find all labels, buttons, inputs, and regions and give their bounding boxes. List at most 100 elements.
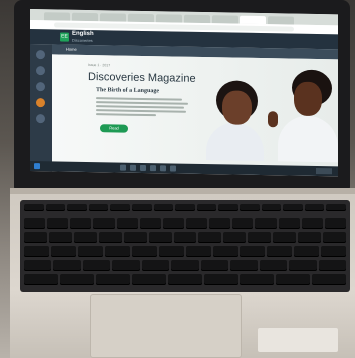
keyboard-key[interactable] xyxy=(141,260,170,271)
nav-user-icon[interactable] xyxy=(36,114,45,124)
nav-star-icon[interactable] xyxy=(36,98,45,108)
keyboard-key[interactable] xyxy=(321,246,346,257)
keyboard-key[interactable] xyxy=(88,204,109,211)
keyboard-key[interactable] xyxy=(132,204,152,211)
keyboard-key[interactable] xyxy=(168,274,202,285)
keyboard-key[interactable] xyxy=(223,232,247,243)
keyboard-key[interactable] xyxy=(139,218,161,229)
paragraph-line xyxy=(96,105,184,109)
app-logo[interactable]: EE xyxy=(60,32,69,42)
start-icon[interactable] xyxy=(34,163,40,170)
keyboard-key[interactable] xyxy=(240,204,260,211)
keyboard-key[interactable] xyxy=(116,218,138,229)
keyboard-key[interactable] xyxy=(261,204,282,211)
nav-home-icon[interactable] xyxy=(36,50,45,60)
keyboard-key[interactable] xyxy=(259,260,288,271)
keyboard-key[interactable] xyxy=(123,232,147,243)
keyboard-key[interactable] xyxy=(248,232,272,243)
keyboard-key[interactable] xyxy=(240,246,265,257)
keyboard-key[interactable] xyxy=(171,260,199,271)
subnav-item-home[interactable]: Home xyxy=(66,47,77,52)
keyboard-key[interactable] xyxy=(175,204,195,211)
keyboard-key[interactable] xyxy=(73,232,97,243)
keyboard-key[interactable] xyxy=(209,218,231,229)
keyboard-key[interactable] xyxy=(232,218,254,229)
keyboard-key[interactable] xyxy=(323,232,346,243)
page-title: Discoveries Magazine xyxy=(88,71,196,85)
keyboard-key[interactable] xyxy=(230,260,258,271)
keyboard-key[interactable] xyxy=(67,204,87,211)
keyboard-key[interactable] xyxy=(186,246,211,257)
keyboard-key[interactable] xyxy=(24,232,47,243)
nav-chat-icon[interactable] xyxy=(36,82,45,92)
keyboard-key[interactable] xyxy=(218,204,238,211)
keyboard xyxy=(20,200,350,292)
keyboard-key[interactable] xyxy=(48,232,72,243)
taskbar-app-icon[interactable] xyxy=(120,164,126,171)
keyboard-key[interactable] xyxy=(98,232,122,243)
keyboard-key[interactable] xyxy=(82,260,111,271)
keyboard-key[interactable] xyxy=(289,260,317,271)
photo-person-face xyxy=(294,81,322,117)
keyboard-key[interactable] xyxy=(24,274,58,285)
keyboard-key[interactable] xyxy=(301,218,323,229)
keyboard-key[interactable] xyxy=(47,218,69,229)
taskbar-app-icon[interactable] xyxy=(160,165,166,172)
keyboard-key[interactable] xyxy=(200,260,229,271)
keyboard-key[interactable] xyxy=(153,204,174,211)
keyboard-key[interactable] xyxy=(45,204,66,211)
keyboard-key[interactable] xyxy=(132,246,157,257)
main-content: Issue 1 · 2017 Discoveries Magazine The … xyxy=(52,54,338,167)
keyboard-key[interactable] xyxy=(148,232,172,243)
keyboard-key[interactable] xyxy=(324,218,346,229)
keyboard-key[interactable] xyxy=(159,246,184,257)
taskbar-app-icon[interactable] xyxy=(140,164,146,172)
paragraph-line xyxy=(96,113,156,117)
keyboard-key[interactable] xyxy=(204,274,238,285)
keyboard-key[interactable] xyxy=(93,218,115,229)
keyboard-key[interactable] xyxy=(173,232,197,243)
keyboard-key[interactable] xyxy=(110,204,130,211)
keyboard-key[interactable] xyxy=(294,246,319,257)
keyboard-key[interactable] xyxy=(326,204,346,211)
keyboard-key[interactable] xyxy=(273,232,297,243)
keyboard-key[interactable] xyxy=(198,232,222,243)
keyboard-key[interactable] xyxy=(53,260,81,271)
keyboard-key[interactable] xyxy=(318,260,346,271)
keyboard-key[interactable] xyxy=(196,204,217,211)
keyboard-key[interactable] xyxy=(70,218,92,229)
article-subtitle: The Birth of a Language xyxy=(96,87,160,95)
keyboard-key[interactable] xyxy=(78,246,103,257)
keyboard-key[interactable] xyxy=(255,218,277,229)
keyboard-key[interactable] xyxy=(51,246,76,257)
keyboard-key[interactable] xyxy=(24,260,52,271)
keyboard-key[interactable] xyxy=(240,274,274,285)
keyboard-key[interactable] xyxy=(96,274,130,285)
keyboard-key[interactable] xyxy=(278,218,300,229)
taskbar-app-icon[interactable] xyxy=(170,165,176,172)
keyboard-key[interactable] xyxy=(60,274,94,285)
keyboard-key[interactable] xyxy=(24,218,46,229)
taskbar-clock[interactable] xyxy=(316,167,332,175)
keyboard-key[interactable] xyxy=(24,204,44,211)
keyboard-key[interactable] xyxy=(186,218,208,229)
app-brand-sub: Discoveries xyxy=(72,37,93,44)
touchpad[interactable] xyxy=(90,294,242,358)
read-button[interactable]: Read xyxy=(100,124,128,133)
keyboard-key[interactable] xyxy=(105,246,130,257)
photo-hand xyxy=(268,111,278,128)
taskbar-app-icon[interactable] xyxy=(130,164,136,171)
keyboard-key[interactable] xyxy=(276,274,310,285)
keyboard-key[interactable] xyxy=(298,232,322,243)
keyboard-key[interactable] xyxy=(283,204,303,211)
keyboard-key[interactable] xyxy=(24,246,49,257)
keyboard-key[interactable] xyxy=(267,246,292,257)
keyboard-key[interactable] xyxy=(162,218,184,229)
keyboard-key[interactable] xyxy=(132,274,166,285)
keyboard-key[interactable] xyxy=(312,274,346,285)
nav-book-icon[interactable] xyxy=(36,66,45,76)
taskbar-app-icon[interactable] xyxy=(150,165,156,172)
keyboard-key[interactable] xyxy=(213,246,238,257)
keyboard-key[interactable] xyxy=(304,204,325,211)
keyboard-key[interactable] xyxy=(112,260,140,271)
